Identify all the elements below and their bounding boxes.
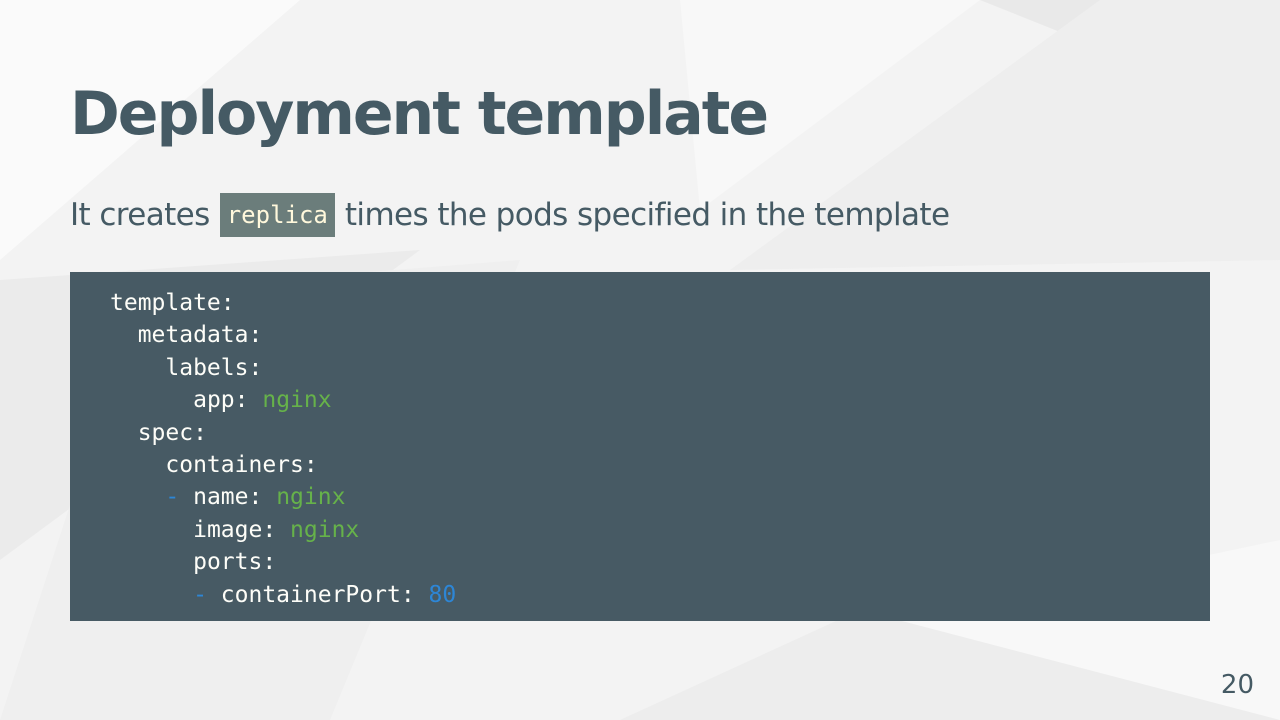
slide: Deployment template It creates replica tim… — [0, 0, 1280, 720]
code-value: 80 — [428, 581, 457, 608]
code-value: nginx — [262, 387, 332, 414]
code-line: containers: — [110, 449, 1210, 481]
code-separator: : — [262, 516, 291, 543]
code-key: containerPort — [220, 581, 401, 608]
code-key: labels — [165, 354, 249, 381]
code-separator: : — [248, 322, 263, 349]
code-key: template — [110, 290, 221, 316]
code-key: metadata — [137, 322, 249, 349]
code-separator: : — [220, 290, 235, 316]
code-key: spec — [137, 419, 194, 446]
code-separator: : — [303, 451, 318, 478]
code-separator: : — [248, 484, 277, 511]
code-line: spec: — [110, 417, 1210, 449]
code-separator: : — [400, 581, 429, 608]
code-separator: : — [193, 419, 207, 446]
code-key: app — [193, 387, 235, 414]
code-line: labels: — [110, 352, 1210, 384]
code-key: containers — [165, 451, 304, 478]
code-block: template: metadata: labels: app: nginx s… — [70, 272, 1210, 621]
code-key: ports — [193, 549, 263, 576]
page-number: 20 — [1220, 670, 1254, 700]
slide-title: Deployment template — [70, 79, 769, 149]
subtitle-text-after: times the pods specified in the template — [344, 197, 950, 233]
code-line: metadata: — [110, 319, 1210, 351]
subtitle-text-before: It creates — [70, 197, 210, 233]
code-line: - name: nginx — [110, 481, 1210, 513]
code-line: ports: — [110, 546, 1210, 578]
code-separator: : — [234, 387, 263, 414]
code-value: nginx — [290, 516, 360, 543]
code-line: app: nginx — [110, 384, 1210, 416]
code-line: image: nginx — [110, 514, 1210, 546]
code-separator: : — [262, 549, 277, 576]
inline-code-replica: replica — [219, 193, 335, 237]
slide-subtitle: It creates replica times the pods specifie… — [70, 193, 950, 237]
code-separator: : — [248, 354, 263, 381]
code-key: image — [193, 516, 263, 543]
code-list-dash: - — [193, 581, 221, 608]
code-value: nginx — [276, 484, 346, 511]
code-key: name — [193, 484, 249, 511]
code-line: - containerPort: 80 — [110, 579, 1210, 611]
code-line: template: — [110, 287, 1210, 319]
code-list-dash: - — [165, 484, 194, 511]
